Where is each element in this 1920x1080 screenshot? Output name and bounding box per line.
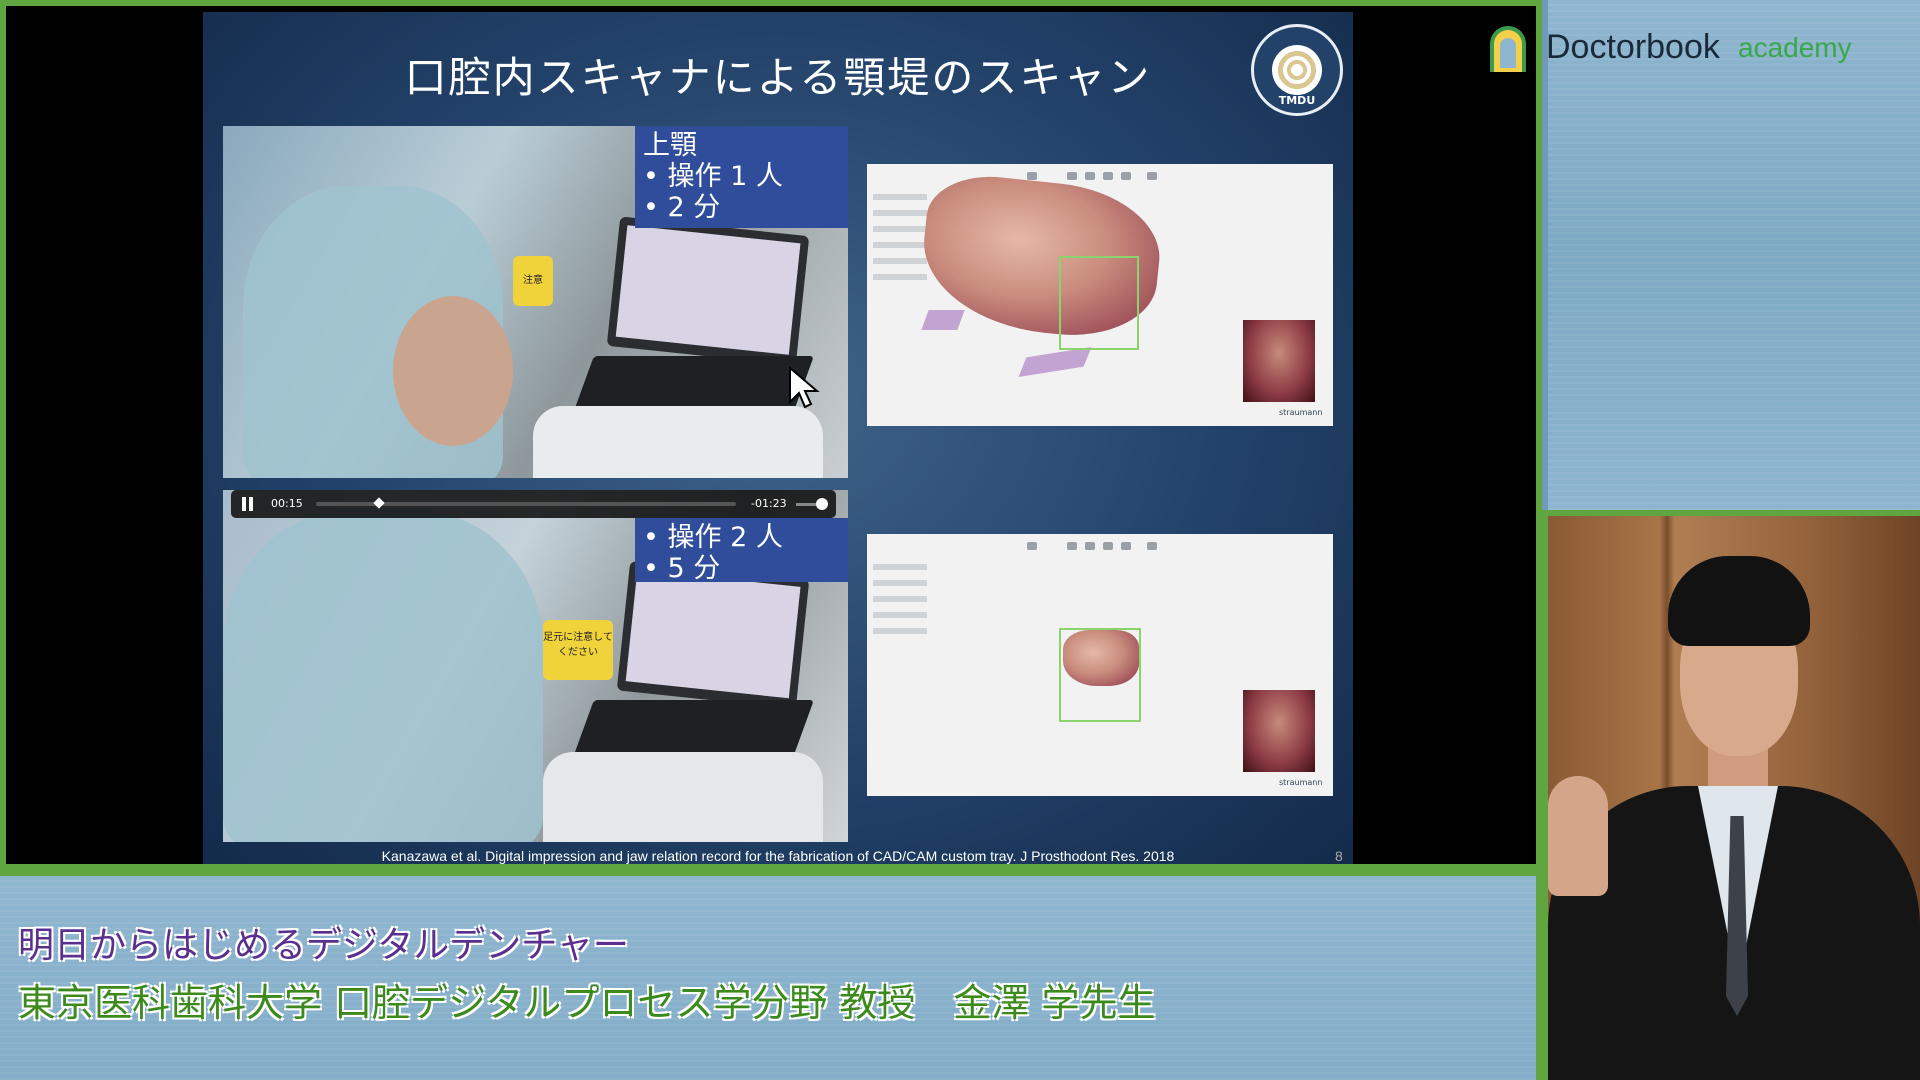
camera-preview <box>1243 690 1315 772</box>
slide-area: 口腔内スキャナによる顎堤のスキャン TMDU 注意 上顎 • 操作 1 人 • … <box>6 6 1536 870</box>
volume-knob[interactable] <box>816 498 828 510</box>
scan-fragment <box>921 310 965 330</box>
speaker-hair <box>1668 556 1810 646</box>
speaker-hand <box>1548 776 1608 896</box>
current-time: 00:15 <box>271 497 303 510</box>
toolbar-icon <box>1147 172 1157 180</box>
scanner-brand: straumann <box>1279 408 1323 417</box>
video-control-bar[interactable]: 00:15 -01:23 <box>231 490 836 518</box>
laptop <box>606 216 810 366</box>
doctorbook-logo-icon <box>1490 26 1526 72</box>
upper-jaw-info-box: 上顎 • 操作 1 人 • 2 分 <box>635 126 848 228</box>
lower-jaw-info-box: • 操作 2 人 • 5 分 <box>635 518 848 584</box>
toolbar-icon <box>1067 542 1077 550</box>
pause-icon[interactable] <box>241 497 255 511</box>
toolbar-icon <box>1027 172 1037 180</box>
lower-jaw-time: • 5 分 <box>643 553 721 584</box>
laptop-screen <box>625 569 801 699</box>
slide: 口腔内スキャナによる顎堤のスキャン TMDU 注意 上顎 • 操作 1 人 • … <box>203 12 1353 870</box>
clinician-figure <box>223 510 543 842</box>
logo-sub-text: academy <box>1738 32 1852 63</box>
toolbar-icon <box>1085 172 1095 180</box>
university-seal-icon: TMDU <box>1251 24 1343 116</box>
laptop-screen <box>615 225 801 355</box>
camera-preview <box>1243 320 1315 402</box>
scan-sidebar <box>873 564 927 684</box>
logo-main-text: Doctorbook <box>1546 28 1720 66</box>
progress-thumb[interactable] <box>373 497 385 509</box>
upper-jaw-operators: • 操作 1 人 <box>643 161 783 192</box>
toolbar-icon <box>1067 172 1077 180</box>
slide-page-number: 8 <box>1335 848 1343 864</box>
caution-sign: 注意 <box>513 256 553 306</box>
cart <box>533 406 823 478</box>
speaker-video <box>1548 516 1920 1080</box>
remaining-time: -01:23 <box>751 497 787 510</box>
lower-jaw-operators: • 操作 2 人 <box>643 522 783 553</box>
toolbar-icon <box>1121 542 1131 550</box>
doctorbook-logo[interactable]: Doctorbook academy <box>1490 20 1910 80</box>
scan-view-upper: straumann <box>867 164 1333 426</box>
lecture-title: 明日からはじめるデジタルデンチャー <box>18 925 629 966</box>
scan-target-box <box>1059 628 1141 722</box>
seal-emblem <box>1272 45 1322 95</box>
scan-sidebar <box>873 194 927 314</box>
caution-sign: 足元に注意してください <box>543 620 613 680</box>
scanner-brand: straumann <box>1279 778 1323 787</box>
upper-jaw-heading: 上顎 <box>643 130 697 161</box>
laptop-keyboard <box>572 700 814 760</box>
mouse-cursor-icon <box>789 366 820 409</box>
cart <box>543 752 823 842</box>
toolbar-icon <box>1103 542 1113 550</box>
scan-view-lower: straumann <box>867 534 1333 796</box>
lower-jaw-video[interactable]: 足元に注意してください • 操作 2 人 • 5 分 <box>223 490 848 842</box>
toolbar-icon <box>1085 542 1095 550</box>
slide-title: 口腔内スキャナによる顎堤のスキャン <box>404 53 1152 102</box>
toolbar-icon <box>1121 172 1131 180</box>
speaker-name: 東京医科歯科大学 口腔デジタルプロセス学分野 教授 金澤 学先生 <box>18 981 1156 1025</box>
seal-text: TMDU <box>1278 94 1316 107</box>
patient-figure <box>393 296 513 446</box>
upper-jaw-video[interactable]: 注意 上顎 • 操作 1 人 • 2 分 <box>223 126 848 478</box>
citation: Kanazawa et al. Digital impression and j… <box>381 848 1175 864</box>
scan-fragment <box>1018 346 1092 378</box>
toolbar-icon <box>1103 172 1113 180</box>
upper-jaw-time: • 2 分 <box>643 192 721 223</box>
toolbar-icon <box>1147 542 1157 550</box>
toolbar-icon <box>1027 542 1037 550</box>
scan-target-box <box>1059 256 1139 350</box>
